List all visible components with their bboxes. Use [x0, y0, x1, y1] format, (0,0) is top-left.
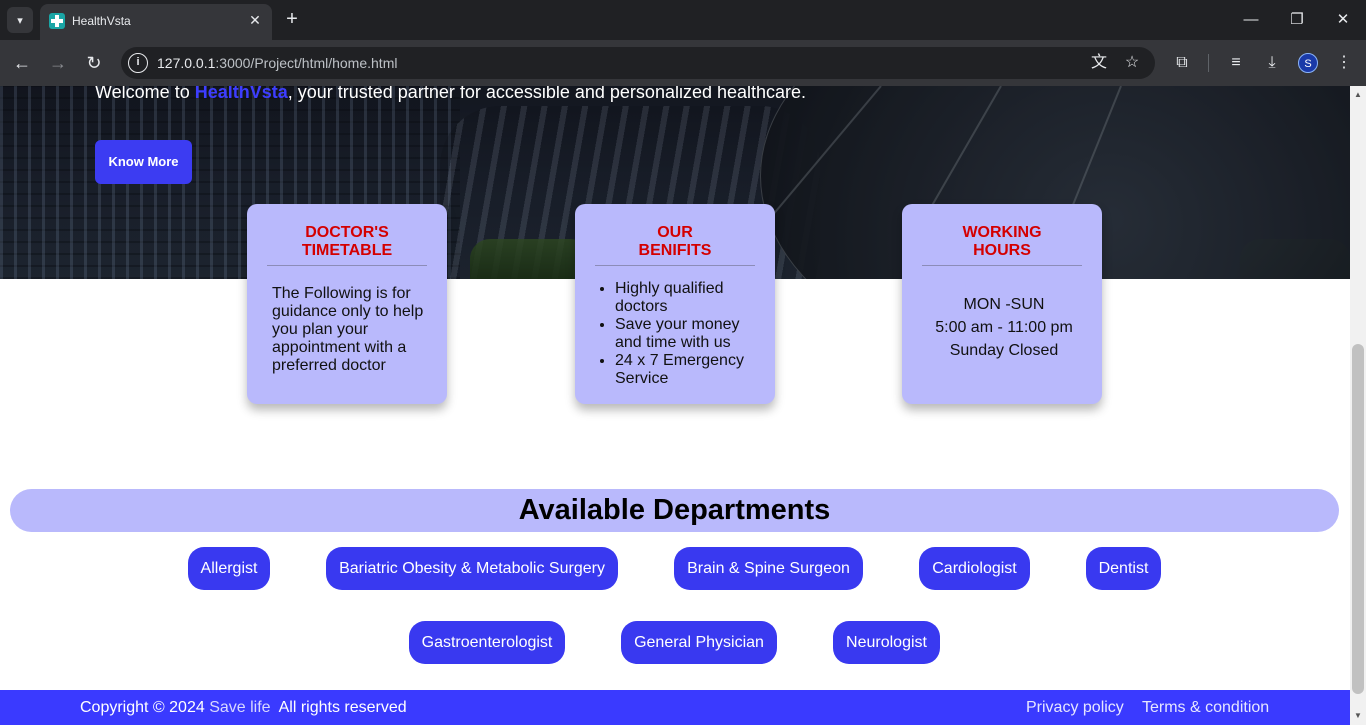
address-bar[interactable]: i 127.0.0.1:3000/Project/html/home.html …	[121, 47, 1155, 79]
closed-text: Sunday Closed	[949, 342, 1059, 359]
dept-button-gastroenterologist[interactable]: Gastroenterologist	[409, 621, 565, 664]
benefits-list: Highly qualified doctors Save your money…	[615, 280, 765, 388]
card-divider	[922, 265, 1082, 266]
list-item: 24 x 7 Emergency Service	[615, 352, 765, 388]
window-close-icon[interactable]: ✕	[1328, 8, 1358, 32]
dept-button-cardiologist[interactable]: Cardiologist	[919, 547, 1030, 590]
welcome-text: Welcome to HealthVsta, your trusted part…	[95, 86, 806, 103]
know-more-button[interactable]: Know More	[95, 140, 192, 184]
scroll-up-arrow-icon[interactable]: ▲	[1350, 88, 1366, 102]
card-description: The Following is for guidance only to he…	[272, 285, 424, 374]
time-text: 5:00 am - 11:00 pm	[935, 319, 1073, 336]
url-text[interactable]: 127.0.0.1:3000/Project/html/home.html	[157, 55, 397, 71]
copyright-text: Copyright © 2024 Save life All rights re…	[80, 699, 407, 716]
download-icon[interactable]: ⤓	[1261, 52, 1283, 74]
back-arrow-icon[interactable]: ←	[9, 50, 35, 76]
minimize-icon[interactable]: —	[1236, 8, 1266, 32]
page-viewport: Welcome to HealthVsta, your trusted part…	[0, 86, 1350, 725]
media-queue-icon[interactable]: ≡	[1225, 52, 1247, 74]
brand-name: HealthVsta	[194, 86, 288, 102]
departments-title: Available Departments	[518, 494, 831, 526]
site-info-icon[interactable]: i	[128, 53, 148, 73]
bookmark-star-icon[interactable]: ☆	[1122, 53, 1142, 73]
working-hours-card: WORKING HOURS MON -SUN 5:00 am - 11:00 p…	[902, 204, 1102, 404]
our-benefits-card: OUR BENIFITS Highly qualified doctors Sa…	[575, 204, 775, 404]
card-divider	[267, 265, 427, 266]
translate-icon[interactable]: 文	[1089, 53, 1109, 73]
toolbar-divider	[1208, 54, 1209, 72]
page-footer: Copyright © 2024 Save life All rights re…	[0, 690, 1350, 725]
extensions-puzzle-icon[interactable]: ⧉	[1171, 52, 1193, 74]
tab-title: HealthVsta	[72, 14, 131, 28]
dept-button-general-physician[interactable]: General Physician	[621, 621, 777, 664]
card-divider	[595, 265, 755, 266]
hours-text: MON -SUN 5:00 am - 11:00 pm Sunday Close…	[902, 293, 1106, 362]
page-scrollbar[interactable]: ▲ ▼	[1350, 86, 1366, 725]
dept-button-allergist[interactable]: Allergist	[188, 547, 270, 590]
card-title: WORKING HOURS	[962, 224, 1042, 259]
scroll-down-arrow-icon[interactable]: ▼	[1350, 709, 1366, 723]
restore-icon[interactable]: ❐	[1282, 8, 1312, 32]
dept-button-bariatric[interactable]: Bariatric Obesity & Metabolic Surgery	[326, 547, 618, 590]
dept-button-dentist[interactable]: Dentist	[1086, 547, 1161, 590]
card-title: OUR BENIFITS	[638, 224, 712, 259]
site-favicon-icon	[49, 13, 65, 29]
scrollbar-thumb[interactable]	[1352, 344, 1364, 694]
dept-button-neurologist[interactable]: Neurologist	[833, 621, 940, 664]
new-tab-plus-icon[interactable]: +	[282, 8, 302, 30]
forward-arrow-icon[interactable]: →	[45, 50, 71, 76]
reload-icon[interactable]: ↻	[81, 50, 107, 76]
profile-avatar[interactable]: S	[1298, 53, 1318, 73]
browser-toolbar: ← → ↻ i 127.0.0.1:3000/Project/html/home…	[0, 40, 1366, 86]
menu-kebab-icon[interactable]: ⋮	[1333, 52, 1355, 74]
browser-tab-active[interactable]: HealthVsta ✕	[40, 4, 272, 40]
terms-condition-link[interactable]: Terms & condition	[1142, 699, 1269, 717]
departments-header: Available Departments	[10, 489, 1339, 532]
browser-tabbar: ▾ HealthVsta ✕ + — ❐ ✕	[0, 0, 1366, 40]
privacy-policy-link[interactable]: Privacy policy	[1026, 699, 1124, 717]
tab-close-icon[interactable]: ✕	[246, 11, 264, 29]
list-item: Highly qualified doctors	[615, 280, 765, 316]
days-text: MON -SUN	[963, 296, 1045, 313]
tab-search-chevron-icon[interactable]: ▾	[7, 7, 33, 33]
list-item: Save your money and time with us	[615, 316, 765, 352]
doctors-timetable-card: DOCTOR'S TIMETABLE The Following is for …	[247, 204, 447, 404]
org-link[interactable]: Save life	[209, 699, 270, 716]
dept-button-brain-spine[interactable]: Brain & Spine Surgeon	[674, 547, 863, 590]
card-title: DOCTOR'S TIMETABLE	[301, 224, 393, 259]
